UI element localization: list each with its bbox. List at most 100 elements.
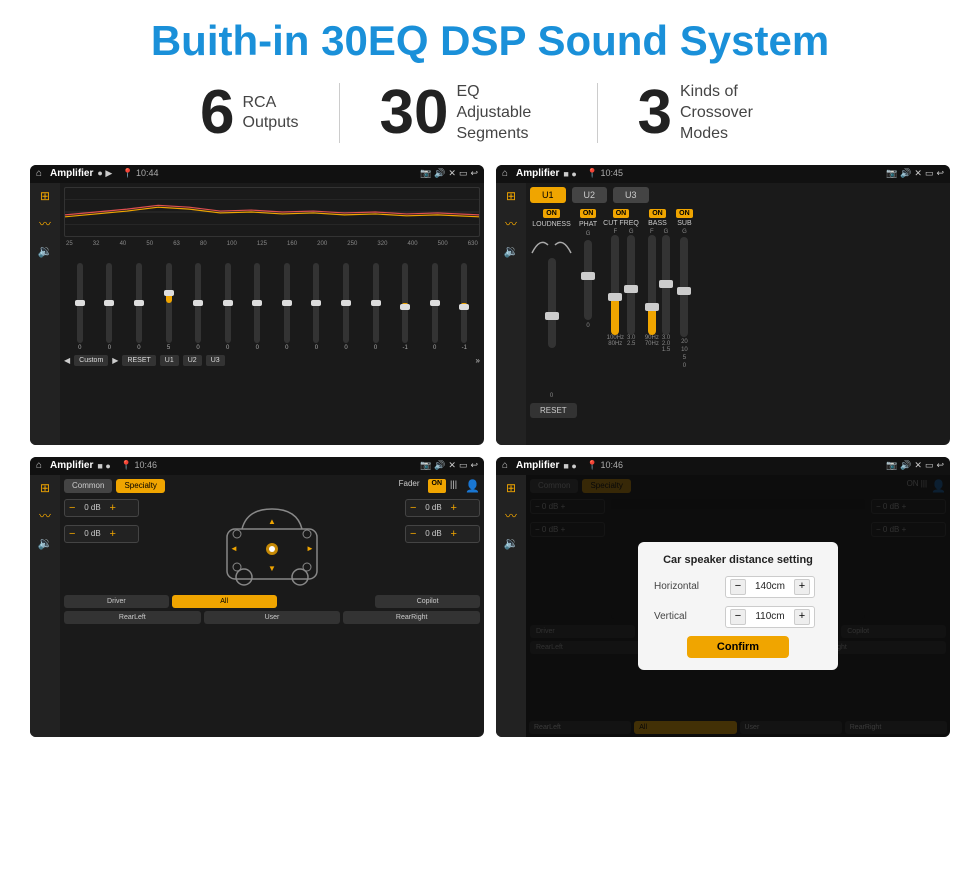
sub-val2: 10	[681, 347, 688, 353]
db-control-2: − 0 dB +	[64, 525, 139, 543]
eq-icon-4[interactable]: ⊞	[506, 481, 516, 495]
dialog-overlay: Car speaker distance setting Horizontal …	[526, 475, 950, 737]
db-val-1: 0 dB	[78, 503, 106, 512]
play-icons-2: ■ ●	[563, 169, 576, 179]
sub-val1: 20	[681, 339, 688, 345]
minus-btn-2[interactable]: −	[69, 528, 75, 540]
time-4: 📍 10:46	[587, 460, 623, 471]
minus-btn-3[interactable]: −	[410, 502, 416, 514]
speaker-icon[interactable]: 🔉	[38, 244, 53, 258]
home-icon-4: ⌂	[502, 460, 508, 471]
eq-icon-2[interactable]: ⊞	[506, 189, 516, 203]
stat-eq: 30 EQ AdjustableSegments	[340, 82, 597, 144]
rearleft-btn[interactable]: RearLeft	[64, 611, 201, 624]
app-name-2: Amplifier	[516, 168, 559, 179]
slider-col-0: 0	[66, 263, 94, 351]
eq-icon[interactable]: ⊞	[40, 189, 50, 203]
minus-btn-1[interactable]: −	[69, 502, 75, 514]
horizontal-minus[interactable]: −	[730, 579, 746, 595]
cutfreq-on: ON	[613, 209, 630, 218]
minus-btn-4[interactable]: −	[410, 528, 416, 540]
cutfreq-section: ON CUT FREQ F 100Hz	[603, 209, 639, 399]
status-icons-3: 📷🔊✕▭↩	[420, 460, 478, 471]
plus-btn-2[interactable]: +	[109, 528, 115, 540]
wave-icon-4[interactable]: 〰	[505, 507, 517, 524]
common-tab[interactable]: Common	[64, 479, 112, 493]
custom-btn[interactable]: Custom	[74, 355, 108, 366]
bottom-row-1: Driver All Copilot	[64, 595, 480, 608]
loudness-section: ON LOUDNESS 0	[530, 209, 573, 399]
confirm-button[interactable]: Confirm	[687, 636, 789, 658]
play-icons-3: ■ ●	[97, 461, 110, 471]
db-val-3: 0 dB	[419, 503, 447, 512]
app-name-3: Amplifier	[50, 460, 93, 471]
left-sidebar-3: ⊞ 〰 🔉	[30, 475, 60, 737]
stats-row: 6 RCAOutputs 30 EQ AdjustableSegments 3 …	[30, 82, 950, 144]
bass-on: ON	[649, 209, 666, 218]
wave-icon-3[interactable]: 〰	[39, 507, 51, 524]
reset-btn-2[interactable]: RESET	[530, 403, 577, 418]
svg-text:▲: ▲	[268, 517, 276, 526]
driver-btn[interactable]: Driver	[64, 595, 169, 608]
status-bar-4: ⌂ Amplifier ■ ● 📍 10:46 📷🔊✕▭↩	[496, 457, 950, 475]
page-title: Buith-in 30EQ DSP Sound System	[30, 18, 950, 64]
time-3: 📍 10:46	[121, 460, 157, 471]
vertical-val: 110cm	[750, 611, 790, 622]
slider-col-6: 0	[243, 263, 271, 351]
svg-text:◄: ◄	[230, 544, 238, 553]
eq-icon-3[interactable]: ⊞	[40, 481, 50, 495]
phat-label: PHAT	[579, 221, 597, 228]
dialog-title: Car speaker distance setting	[654, 554, 822, 566]
stat-rca-number: 6	[200, 82, 234, 144]
next-icon[interactable]: ▶	[112, 356, 118, 365]
left-controls: − 0 dB + − 0 dB +	[64, 499, 139, 589]
crossover-screenshot: ⌂ Amplifier ■ ● 📍 10:45 📷🔊✕▭↩ ⊞ 〰 🔉 U1	[496, 165, 950, 445]
sub-val4: 0	[683, 363, 686, 369]
prev-icon[interactable]: ◀	[64, 356, 70, 365]
eq-controls: ◀ Custom ▶ RESET U1 U2 U3 »	[64, 355, 480, 366]
vertical-label: Vertical	[654, 611, 719, 622]
speaker-icon-2[interactable]: 🔉	[504, 244, 519, 258]
speaker-icon-3[interactable]: 🔉	[38, 536, 53, 550]
db-val-2: 0 dB	[78, 529, 106, 538]
loudness-on: ON	[543, 209, 560, 218]
rearright-btn[interactable]: RearRight	[343, 611, 480, 624]
plus-btn-3[interactable]: +	[450, 502, 456, 514]
vertical-stepper: − 110cm +	[725, 606, 815, 628]
u1-btn-1[interactable]: U1	[160, 355, 179, 366]
left-sidebar-4: ⊞ 〰 🔉	[496, 475, 526, 737]
loudness-label: LOUDNESS	[532, 221, 571, 228]
status-icons-1: 📷🔊✕▭↩	[420, 168, 478, 179]
fader-content: ⊞ 〰 🔉 Common Specialty Fader ON ||| 👤	[30, 475, 484, 737]
vertical-plus[interactable]: +	[794, 609, 810, 625]
wave-icon[interactable]: 〰	[39, 215, 51, 232]
wave-icon-2[interactable]: 〰	[505, 215, 517, 232]
u2-preset[interactable]: U2	[572, 187, 608, 203]
u1-preset[interactable]: U1	[530, 187, 566, 203]
u3-btn-1[interactable]: U3	[206, 355, 225, 366]
plus-btn-4[interactable]: +	[450, 528, 456, 540]
expand-icon[interactable]: »	[476, 356, 480, 365]
stat-eq-number: 30	[380, 82, 449, 144]
status-bar-1: ⌂ Amplifier ● ▶ 📍 10:44 📷🔊✕▭↩	[30, 165, 484, 183]
u3-preset[interactable]: U3	[613, 187, 649, 203]
user-btn[interactable]: User	[204, 611, 341, 624]
all-btn[interactable]: All	[172, 595, 277, 608]
u2-btn-1[interactable]: U2	[183, 355, 202, 366]
time-2: 📍 10:45	[587, 168, 623, 179]
db-control-1: − 0 dB +	[64, 499, 139, 517]
status-icons-2: 📷🔊✕▭↩	[886, 168, 944, 179]
specialty-tab[interactable]: Specialty	[116, 479, 164, 493]
reset-btn-1[interactable]: RESET	[122, 355, 155, 366]
person-icon: 👤	[465, 479, 480, 493]
horizontal-plus[interactable]: +	[794, 579, 810, 595]
dialog-box: Car speaker distance setting Horizontal …	[638, 542, 838, 670]
speaker-icon-4[interactable]: 🔉	[504, 536, 519, 550]
plus-btn-1[interactable]: +	[109, 502, 115, 514]
fader-dialog-screenshot: ⌂ Amplifier ■ ● 📍 10:46 📷🔊✕▭↩ ⊞ 〰 🔉	[496, 457, 950, 737]
screenshots-grid: ⌂ Amplifier ● ▶ 📍 10:44 📷🔊✕▭↩ ⊞ 〰 🔉	[30, 165, 950, 737]
copilot-btn[interactable]: Copilot	[375, 595, 480, 608]
dialog-row-horizontal: Horizontal − 140cm +	[654, 576, 822, 598]
crossover-main: U1 U2 U3 ON LOUDNESS	[526, 183, 950, 445]
vertical-minus[interactable]: −	[730, 609, 746, 625]
